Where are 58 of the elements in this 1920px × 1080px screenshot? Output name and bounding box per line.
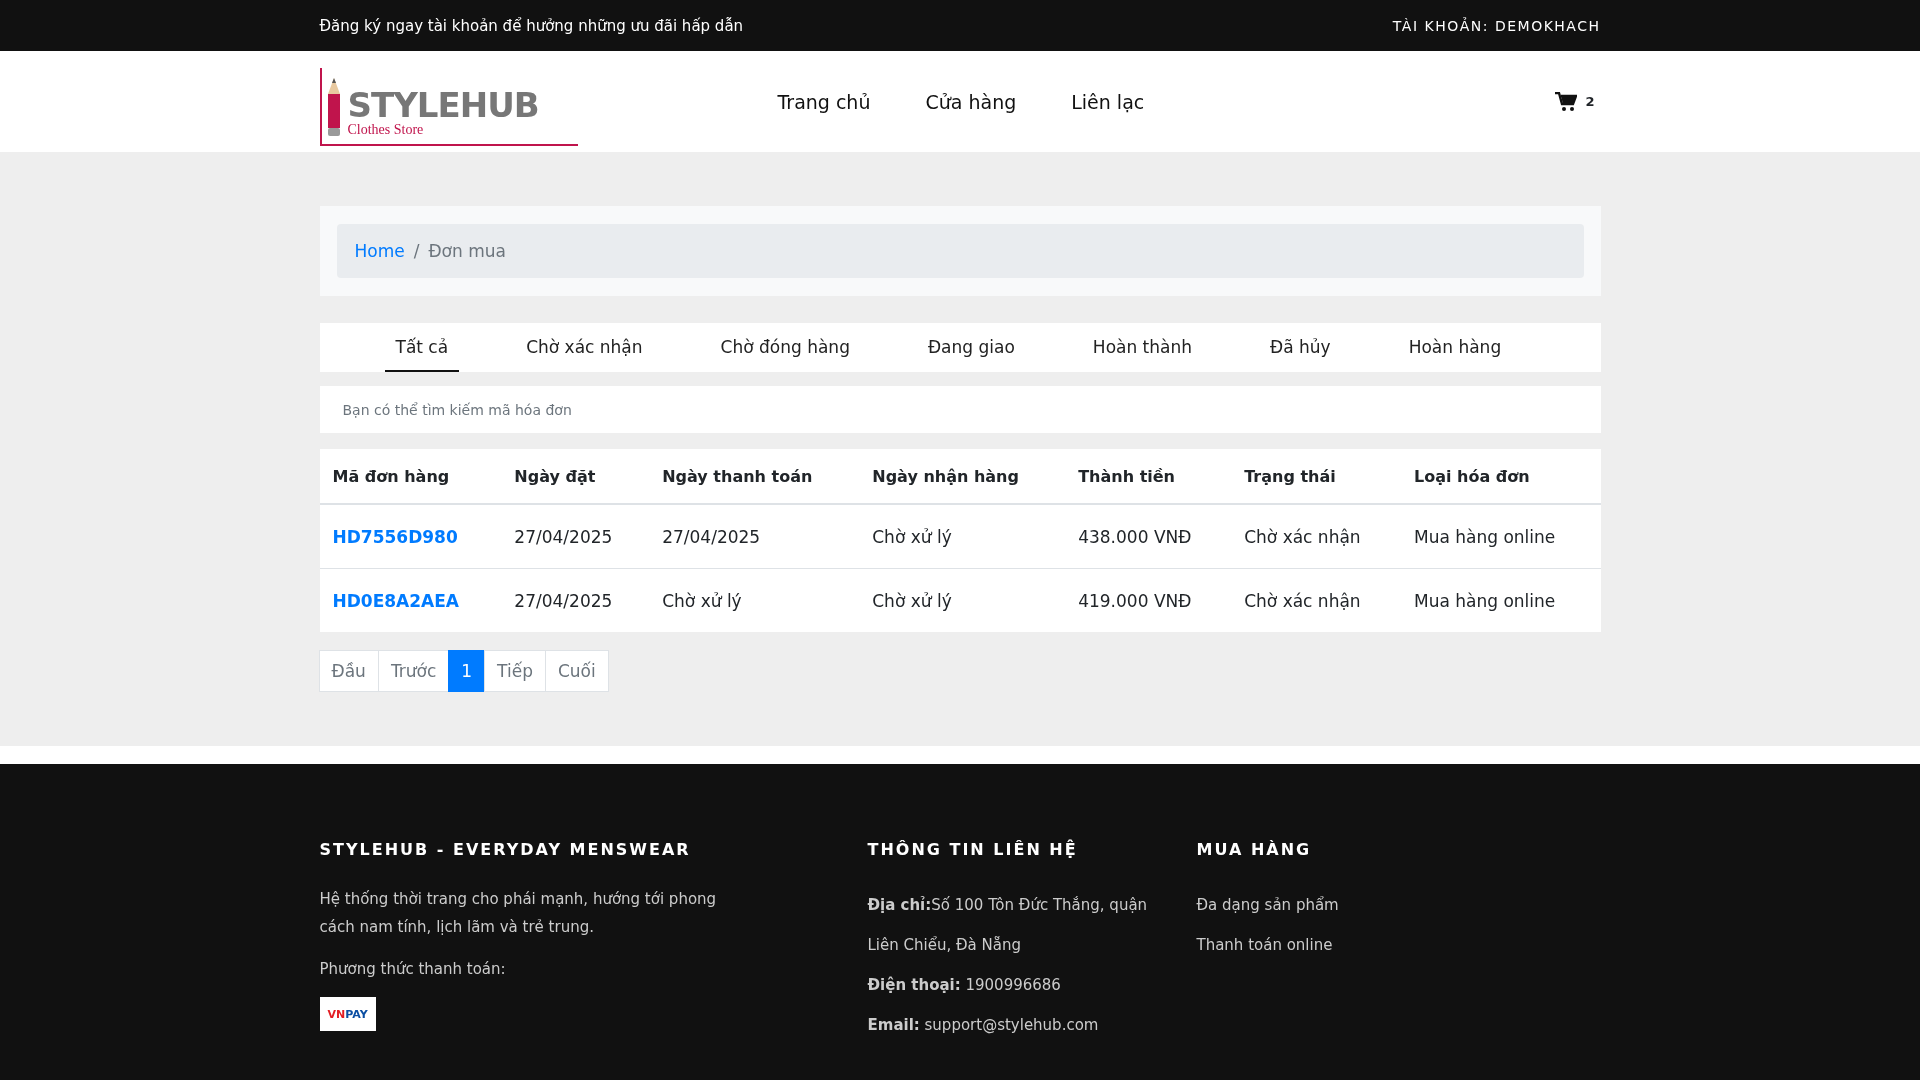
column-header: Ngày đặt [501, 449, 650, 504]
page-button[interactable]: Tiếp [484, 650, 546, 692]
nav-link[interactable]: Cửa hàng [925, 90, 1017, 113]
cart-count: 2 [1585, 94, 1595, 109]
page-button[interactable]: Cuối [544, 650, 609, 692]
footer-description: Hệ thống thời trang cho phái mạnh, hướng tới phong cách nam tính, lịch lãm và trẻ trung. [319, 889, 718, 938]
logo-name: STYLEHUB [347, 87, 539, 122]
table-cell: Chờ xử lý [872, 590, 952, 611]
order-tab[interactable]: Tất cả [384, 323, 460, 372]
table-cell: Chờ xác nhận [1244, 590, 1361, 611]
order-tab[interactable]: Hoàn thành [1081, 323, 1204, 372]
search-field[interactable]: Bạn có thể tìm kiếm mã hóa đơn [319, 386, 1601, 433]
order-id-link[interactable]: HD0E8A2AEA [332, 590, 460, 611]
table-cell: 419.000 VNĐ [1078, 590, 1192, 611]
footer-link[interactable]: Thanh toán online [1196, 925, 1497, 965]
nav-link[interactable]: Liên lạc [1071, 90, 1145, 113]
order-tab[interactable]: Đã hủy [1259, 323, 1342, 372]
order-tab[interactable]: Đang giao [916, 323, 1026, 372]
footer-heading: THÔNG TIN LIÊN HỆ [867, 840, 1079, 859]
order-tab[interactable]: Chờ xác nhận [515, 323, 654, 372]
order-tab[interactable]: Chờ đóng hàng [709, 323, 861, 372]
cart-icon[interactable] [1555, 91, 1578, 112]
breadcrumb-current: Đơn mua [428, 241, 506, 261]
table-cell: Mua hàng online [1414, 526, 1556, 547]
footer-link[interactable]: Đa dạng sản phẩm [1196, 885, 1497, 925]
table-cell: 27/04/2025 [662, 526, 761, 547]
order-id-link[interactable]: HD7556D980 [332, 526, 458, 547]
nav-link[interactable]: Trang chủ [777, 90, 871, 113]
page-button[interactable]: 1 [448, 650, 486, 692]
logo[interactable]: STYLEHUB Clothes Store [319, 67, 578, 146]
table-cell: Chờ xử lý [662, 590, 742, 611]
table-cell: 27/04/2025 [514, 590, 613, 611]
column-header: Trạng thái [1231, 449, 1401, 504]
footer-heading: MUA HÀNG [1196, 840, 1313, 859]
footer-heading: STYLEHUB - EVERYDAY MENSWEAR [319, 840, 692, 859]
logo-tagline: Clothes Store [347, 121, 425, 138]
column-header: Ngày thanh toán [649, 449, 860, 504]
payment-logo: VNPAY [319, 997, 376, 1031]
table-cell: Chờ xác nhận [1244, 526, 1361, 547]
contact-line: Email: support@stylehub.com [867, 1015, 1100, 1036]
table-cell: Chờ xử lý [872, 526, 952, 547]
page-button[interactable]: Trước [377, 650, 450, 692]
column-header: Mã đơn hàng [319, 449, 502, 504]
pencil-icon [325, 77, 342, 136]
column-header: Loại hóa đơn [1401, 449, 1601, 504]
payment-label: Phương thức thanh toán: [319, 959, 507, 980]
order-tab[interactable]: Hoàn hàng [1397, 323, 1513, 372]
contact-line: Điện thoại: 1900996686 [867, 975, 1062, 996]
table-cell: 438.000 VNĐ [1078, 526, 1192, 547]
column-header: Thành tiền [1065, 449, 1232, 504]
promo-text: Đăng ký ngay tài khoản để hưởng những ưu đãi hấp dẫn [319, 16, 744, 35]
account-link[interactable]: TÀI KHOẢN: DEMOKHACH [1392, 17, 1601, 34]
table-cell: 27/04/2025 [514, 526, 613, 547]
page-button[interactable]: Đầu [318, 650, 379, 692]
contact-line: Địa chỉ:Số 100 Tôn Đức Thắng, quận Liên Chiểu, Đà Nẵng [867, 895, 1149, 956]
breadcrumb-separator: / [413, 241, 420, 261]
table-cell: Mua hàng online [1414, 590, 1556, 611]
column-header: Ngày nhận hàng [859, 449, 1066, 504]
